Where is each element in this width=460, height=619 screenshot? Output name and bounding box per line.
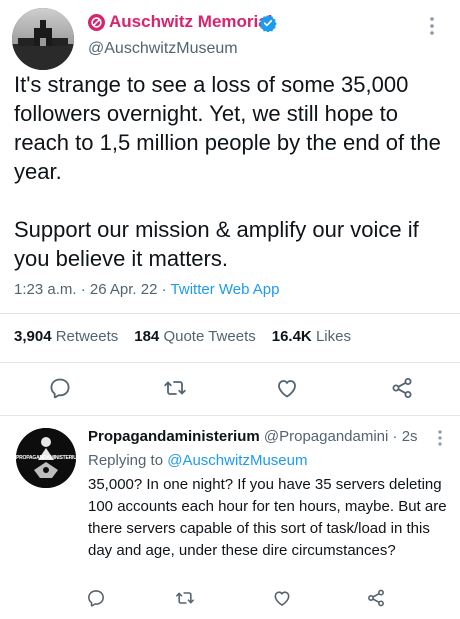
tweet-metadata: 1:23 a.m. · 26 Apr. 22 · Twitter Web App	[14, 281, 279, 298]
like-icon[interactable]	[272, 588, 292, 608]
divider	[0, 362, 460, 363]
meta-separator: ·	[161, 281, 171, 298]
share-icon[interactable]	[366, 588, 386, 608]
display-name[interactable]: Auschwitz Memorial	[109, 12, 272, 32]
reply-header: Propagandaministerium @Propagandamini · …	[88, 428, 418, 445]
likes-count: 16.4K	[271, 328, 312, 345]
user-handle[interactable]: @AuschwitzMuseum	[88, 40, 238, 58]
reply-text: 35,000? In one night? If you have 35 ser…	[88, 476, 447, 559]
retweet-icon[interactable]	[175, 588, 195, 608]
reply-time[interactable]: 2s	[402, 428, 418, 445]
more-icon[interactable]	[432, 428, 448, 450]
divider	[0, 313, 460, 314]
reply-display-name[interactable]: Propagandaministerium	[88, 428, 260, 445]
meta-separator: ·	[80, 281, 90, 298]
replying-mention-link[interactable]: @AuschwitzMuseum	[167, 452, 307, 469]
likes-stat[interactable]: 16.4K Likes	[272, 328, 351, 345]
quotes-count: 184	[134, 328, 160, 345]
like-icon[interactable]	[275, 376, 299, 400]
tweet-date[interactable]: 26 Apr. 22	[90, 281, 158, 298]
retweets-stat[interactable]: 3,904 Retweets	[14, 328, 118, 345]
engagement-stats: 3,904 Retweets 184 Quote Tweets 16.4K Like…	[14, 328, 351, 345]
reply-handle[interactable]: @Propagandamini	[264, 428, 388, 445]
more-icon[interactable]	[422, 14, 442, 38]
avatar-auschwitz-memorial[interactable]	[12, 8, 74, 70]
quotes-label: Quote Tweets	[163, 328, 256, 345]
tweet-text: It's strange to see a loss of some 35,00…	[14, 72, 441, 271]
share-icon[interactable]	[390, 376, 414, 400]
retweets-label: Retweets	[55, 328, 119, 345]
tweet-time[interactable]: 1:23 a.m.	[14, 281, 77, 298]
likes-label: Likes	[315, 328, 351, 345]
source-app-link[interactable]: Twitter Web App	[171, 281, 280, 298]
divider	[0, 415, 460, 416]
replying-to: Replying to @AuschwitzMuseum	[88, 452, 308, 469]
retweet-icon[interactable]	[163, 376, 187, 400]
verified-badge-icon	[259, 14, 277, 33]
meta-separator: ·	[392, 428, 398, 445]
affiliate-badge-icon	[88, 14, 105, 31]
quotes-stat[interactable]: 184 Quote Tweets	[134, 328, 255, 345]
avatar-logo-text: PROPAGANDAMINISTERIUM	[16, 455, 76, 461]
retweets-count: 3,904	[14, 328, 52, 345]
replying-prefix: Replying to	[88, 452, 164, 469]
reply-icon[interactable]	[86, 588, 106, 608]
reply-icon[interactable]	[48, 376, 72, 400]
